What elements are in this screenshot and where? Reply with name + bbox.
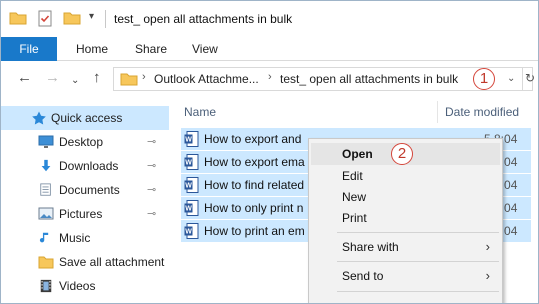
- address-divider: [522, 68, 523, 90]
- up-arrow-icon[interactable]: ↑: [93, 70, 101, 86]
- film-icon: [40, 279, 52, 293]
- column-divider[interactable]: [437, 101, 438, 123]
- menu-item-label: Send to: [342, 269, 384, 283]
- download-arrow-icon: [41, 159, 51, 172]
- star-icon: [32, 111, 46, 125]
- sidebar-item-pictures[interactable]: Pictures ⊸: [1, 202, 169, 226]
- menu-item-edit[interactable]: Edit: [311, 165, 500, 187]
- menu-item-send-to[interactable]: Send to ›: [311, 265, 500, 287]
- chevron-right-icon: ›: [485, 239, 490, 254]
- file-name: How to find related: [204, 178, 305, 192]
- breadcrumb-outlook-attachments[interactable]: Outlook Attachme...: [154, 72, 259, 86]
- title-separator: [105, 10, 106, 28]
- menu-separator: [337, 291, 499, 292]
- sidebar-item-downloads[interactable]: Downloads ⊸: [1, 154, 169, 178]
- menu-item-label: Open: [342, 147, 373, 161]
- sidebar-item-label: Documents: [59, 183, 120, 197]
- new-folder-icon[interactable]: [63, 10, 81, 26]
- address-bar[interactable]: › Outlook Attachme... › test_ open all a…: [113, 67, 535, 91]
- folder-icon: [9, 12, 27, 25]
- menu-item-label: New: [342, 190, 367, 204]
- svg-text:W: W: [185, 229, 192, 236]
- sidebar-item-label: Save all attachment: [59, 255, 165, 269]
- menu-item-new[interactable]: New: [311, 186, 500, 208]
- tab-share[interactable]: Share: [135, 37, 167, 61]
- dropdown-recent-icon[interactable]: ⌄: [71, 73, 79, 89]
- tab-file[interactable]: File: [1, 37, 57, 61]
- customize-toolbar-dropdown-icon[interactable]: ▾: [89, 11, 94, 22]
- title-bar: ▾ test_ open all attachments in bulk: [1, 1, 538, 37]
- pin-icon[interactable]: ⊸: [147, 183, 156, 196]
- forward-arrow-icon[interactable]: →: [45, 70, 60, 86]
- pin-icon[interactable]: ⊸: [147, 207, 156, 220]
- sidebar-item-quick-access[interactable]: Quick access: [1, 106, 169, 130]
- sidebar-item-label: Videos: [59, 279, 96, 293]
- word-document-icon: W: [184, 223, 199, 239]
- music-note-icon: [39, 232, 49, 243]
- folder-icon: [120, 73, 138, 86]
- breadcrumb-current-folder[interactable]: test_ open all attachments in bulk: [280, 72, 458, 86]
- tab-home[interactable]: Home: [76, 37, 108, 61]
- window-title: test_ open all attachments in bulk: [114, 12, 293, 26]
- pin-icon[interactable]: ⊸: [147, 159, 156, 172]
- word-document-icon: W: [184, 131, 199, 147]
- sidebar-item-label: Downloads: [59, 159, 119, 173]
- sidebar-item-label: Quick access: [51, 111, 123, 125]
- navigation-pane: Quick access Desktop ⊸ Downloads ⊸ Docum…: [1, 97, 169, 303]
- ribbon-tabs: File Home Share View: [1, 37, 538, 61]
- address-row: ← → ⌄ ↑ › Outlook Attachme... › test_ op…: [1, 62, 538, 95]
- column-header-name[interactable]: Name: [184, 105, 216, 119]
- checkbox-properties-icon[interactable]: [37, 10, 53, 28]
- menu-item-share-with[interactable]: Share with ›: [311, 236, 500, 258]
- pin-icon[interactable]: ⊸: [147, 135, 156, 148]
- step-badge-1: 1: [473, 68, 495, 90]
- tab-view[interactable]: View: [192, 37, 218, 61]
- menu-item-label: Print: [342, 211, 367, 225]
- menu-item-label: Share with: [342, 240, 399, 254]
- svg-text:W: W: [185, 137, 192, 144]
- file-name: How to export ema: [204, 155, 305, 169]
- pictures-icon: [38, 207, 54, 220]
- back-arrow-icon[interactable]: ←: [17, 70, 32, 86]
- sidebar-item-label: Pictures: [59, 207, 103, 221]
- menu-separator: [337, 261, 499, 262]
- chevron-right-icon[interactable]: ›: [268, 71, 272, 83]
- sidebar-item-label: Music: [59, 231, 91, 245]
- menu-item-label: Edit: [342, 169, 363, 183]
- chevron-right-icon: ›: [485, 268, 490, 283]
- sidebar-item-label: Desktop: [59, 135, 104, 149]
- word-document-icon: W: [184, 154, 199, 170]
- svg-text:W: W: [185, 160, 192, 167]
- file-name: How to only print n: [204, 201, 304, 215]
- refresh-icon[interactable]: ↻: [525, 71, 535, 85]
- desktop-icon: [38, 135, 54, 148]
- svg-text:W: W: [185, 206, 192, 213]
- sidebar-item-save-all-attachment[interactable]: Save all attachment: [1, 250, 169, 274]
- sidebar-item-music[interactable]: Music: [1, 226, 169, 250]
- documents-icon: [40, 183, 51, 196]
- chevron-down-icon[interactable]: ⌄: [507, 73, 515, 84]
- word-document-icon: W: [184, 200, 199, 216]
- sidebar-item-videos[interactable]: Videos: [1, 274, 169, 298]
- menu-separator: [337, 232, 499, 233]
- word-document-icon: W: [184, 177, 199, 193]
- chevron-right-icon[interactable]: ›: [142, 71, 146, 83]
- sidebar-item-desktop[interactable]: Desktop ⊸: [1, 130, 169, 154]
- file-explorer-window: ▾ test_ open all attachments in bulk Fil…: [0, 0, 539, 304]
- file-name: How to export and: [204, 132, 302, 146]
- menu-item-print[interactable]: Print: [311, 207, 500, 229]
- file-name: How to print an em: [204, 224, 305, 238]
- step-badge-2: 2: [391, 143, 413, 165]
- column-header-date-modified[interactable]: Date modified: [445, 105, 519, 119]
- svg-text:W: W: [185, 183, 192, 190]
- context-menu: Open 2 Edit New Print Share with › Send …: [308, 138, 503, 303]
- folder-icon: [38, 256, 54, 269]
- sidebar-item-documents[interactable]: Documents ⊸: [1, 178, 169, 202]
- menu-item-open[interactable]: Open 2: [311, 143, 500, 165]
